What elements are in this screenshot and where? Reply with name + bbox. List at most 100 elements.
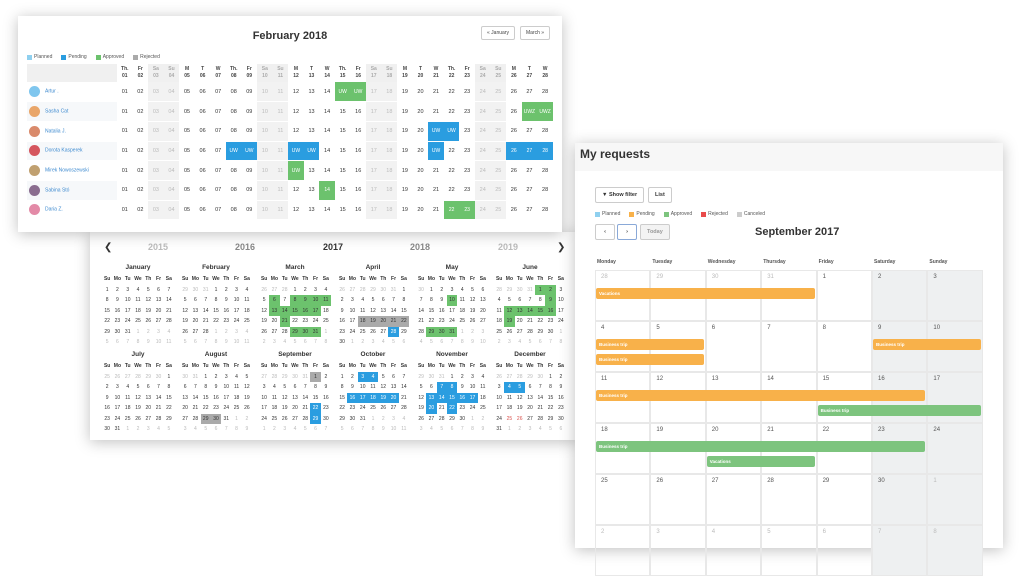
day-cell[interactable]: 14 bbox=[319, 82, 335, 103]
day-cell[interactable]: 5 bbox=[259, 295, 269, 306]
day-cell[interactable]: 15 bbox=[289, 305, 301, 316]
day-cell[interactable]: 25 bbox=[490, 160, 507, 181]
day-cell[interactable]: 5 bbox=[514, 382, 525, 393]
day-cell[interactable]: 1 bbox=[504, 424, 514, 435]
day-cell[interactable]: 19 bbox=[397, 200, 413, 221]
day-cell[interactable]: 16 bbox=[457, 392, 468, 403]
day-cell[interactable]: 2 bbox=[494, 337, 504, 348]
employee-name-cell[interactable]: Daria Z. bbox=[27, 200, 117, 221]
day-cell[interactable]: 15 bbox=[334, 121, 351, 142]
day-cell[interactable]: 17 bbox=[347, 316, 357, 327]
day-cell[interactable]: 11 bbox=[272, 200, 289, 221]
day-cell[interactable]: 15 bbox=[545, 393, 555, 404]
day-cell[interactable]: 5 bbox=[133, 382, 143, 393]
day-cell[interactable]: 20 bbox=[412, 101, 429, 122]
day-cell[interactable]: 3 bbox=[347, 295, 357, 306]
day-cell[interactable]: 10 bbox=[221, 382, 231, 393]
day-cell[interactable]: 24 bbox=[474, 82, 491, 103]
day-cell[interactable]: 18 bbox=[321, 306, 331, 317]
leave-cell[interactable]: 14 bbox=[319, 180, 335, 201]
day-cell[interactable]: 04 bbox=[163, 121, 180, 142]
day-cell[interactable]: 26 bbox=[112, 372, 122, 383]
day-cell[interactable]: 23 bbox=[102, 414, 112, 425]
day-cell[interactable]: 15 bbox=[334, 200, 351, 221]
day-cell[interactable]: 7 bbox=[123, 337, 133, 348]
day-cell[interactable]: 13 bbox=[378, 306, 388, 317]
day-cell[interactable]: 8 bbox=[231, 424, 241, 435]
employee-name-cell[interactable]: Dorota Kasperek bbox=[27, 141, 117, 162]
day-cell[interactable]: 30 bbox=[180, 372, 190, 383]
day-cell[interactable]: 03 bbox=[148, 141, 164, 162]
day-cell[interactable]: 08 bbox=[225, 121, 242, 142]
day-cell[interactable]: 26 bbox=[506, 121, 522, 142]
day-cell[interactable]: 7 bbox=[388, 295, 398, 306]
day-cell[interactable]: 16 bbox=[350, 101, 366, 122]
day-cell[interactable]: 11 bbox=[272, 180, 289, 201]
day-cell[interactable]: 7 bbox=[416, 295, 426, 306]
day-cell[interactable]: 20 bbox=[525, 403, 535, 414]
day-cell[interactable]: 7 bbox=[190, 382, 200, 393]
day-cell[interactable]: 9 bbox=[221, 295, 231, 306]
day-cell[interactable]: 31 bbox=[388, 285, 398, 296]
day-cell[interactable]: 4 bbox=[269, 382, 279, 393]
day-cell[interactable]: 12 bbox=[288, 180, 304, 201]
day-cell[interactable]: 07 bbox=[210, 82, 226, 103]
day-cell[interactable]: 11 bbox=[272, 82, 289, 103]
day-cell[interactable]: 19 bbox=[515, 403, 525, 414]
day-cell[interactable]: 28 bbox=[515, 372, 525, 383]
day-cell[interactable]: 20 bbox=[153, 306, 163, 317]
day-cell[interactable]: 7 bbox=[399, 372, 409, 383]
leave-cell[interactable]: UW bbox=[288, 141, 304, 162]
day-cell[interactable]: 7 bbox=[872, 525, 928, 576]
day-cell[interactable]: 15 bbox=[399, 306, 409, 317]
day-cell[interactable]: 28 bbox=[300, 414, 310, 425]
day-cell[interactable]: 08 bbox=[225, 200, 242, 221]
day-cell[interactable]: 8 bbox=[399, 295, 409, 306]
day-cell[interactable]: 31 bbox=[525, 285, 535, 296]
day-cell[interactable]: 27 bbox=[504, 372, 514, 383]
day-cell[interactable]: 6 bbox=[535, 337, 545, 348]
day-cell[interactable]: 13 bbox=[269, 305, 280, 316]
day-cell[interactable]: 14 bbox=[201, 306, 211, 317]
next-month-button[interactable]: March » bbox=[520, 26, 551, 40]
day-cell[interactable]: 11 bbox=[478, 382, 488, 393]
day-cell[interactable]: 4 bbox=[494, 295, 504, 306]
day-cell[interactable]: 11 bbox=[399, 424, 409, 435]
day-cell[interactable]: 02 bbox=[132, 141, 149, 162]
day-cell[interactable]: 2 bbox=[259, 337, 269, 348]
day-cell[interactable]: 12 bbox=[242, 382, 252, 393]
day-cell[interactable]: 25 bbox=[490, 101, 507, 122]
day-cell[interactable]: 08 bbox=[225, 82, 242, 103]
day-cell[interactable]: 23 bbox=[221, 316, 231, 327]
day-cell[interactable]: 16 bbox=[350, 160, 366, 181]
day-cell[interactable]: 9 bbox=[221, 337, 231, 348]
leave-cell[interactable]: UW bbox=[350, 82, 366, 103]
day-cell[interactable]: 8 bbox=[467, 424, 477, 435]
next-year-icon[interactable]: ❯ bbox=[557, 242, 565, 253]
day-cell[interactable]: 16 bbox=[221, 306, 231, 317]
day-cell[interactable]: 9 bbox=[143, 337, 153, 348]
day-cell[interactable]: 27 bbox=[290, 414, 300, 425]
day-cell[interactable]: 31 bbox=[221, 414, 231, 425]
day-cell[interactable]: 21 bbox=[388, 316, 399, 327]
day-cell[interactable]: 7 bbox=[153, 382, 163, 393]
day-cell[interactable]: 7 bbox=[321, 424, 331, 435]
day-cell[interactable]: 28 bbox=[358, 285, 368, 296]
day-cell[interactable]: 22 bbox=[426, 316, 436, 327]
day-cell[interactable]: 20 bbox=[478, 306, 488, 317]
event-bar[interactable]: Business trip bbox=[596, 441, 926, 452]
day-cell[interactable]: 24 bbox=[221, 403, 231, 414]
day-cell[interactable]: 29 bbox=[180, 285, 190, 296]
day-cell[interactable]: 15 bbox=[201, 393, 211, 404]
day-cell[interactable]: 10 bbox=[259, 393, 269, 404]
day-cell[interactable]: 12 bbox=[180, 306, 190, 317]
day-cell[interactable]: 30 bbox=[872, 474, 928, 525]
day-cell[interactable]: 5 bbox=[143, 285, 153, 296]
day-cell[interactable]: 21 bbox=[437, 403, 447, 414]
day-cell[interactable]: 5 bbox=[102, 337, 112, 348]
day-cell[interactable]: 31 bbox=[358, 414, 368, 425]
day-cell[interactable]: 6 bbox=[269, 295, 280, 306]
day-cell[interactable]: 03 bbox=[148, 200, 164, 221]
day-cell[interactable]: 5 bbox=[378, 372, 388, 383]
day-cell[interactable]: 4 bbox=[242, 285, 252, 296]
